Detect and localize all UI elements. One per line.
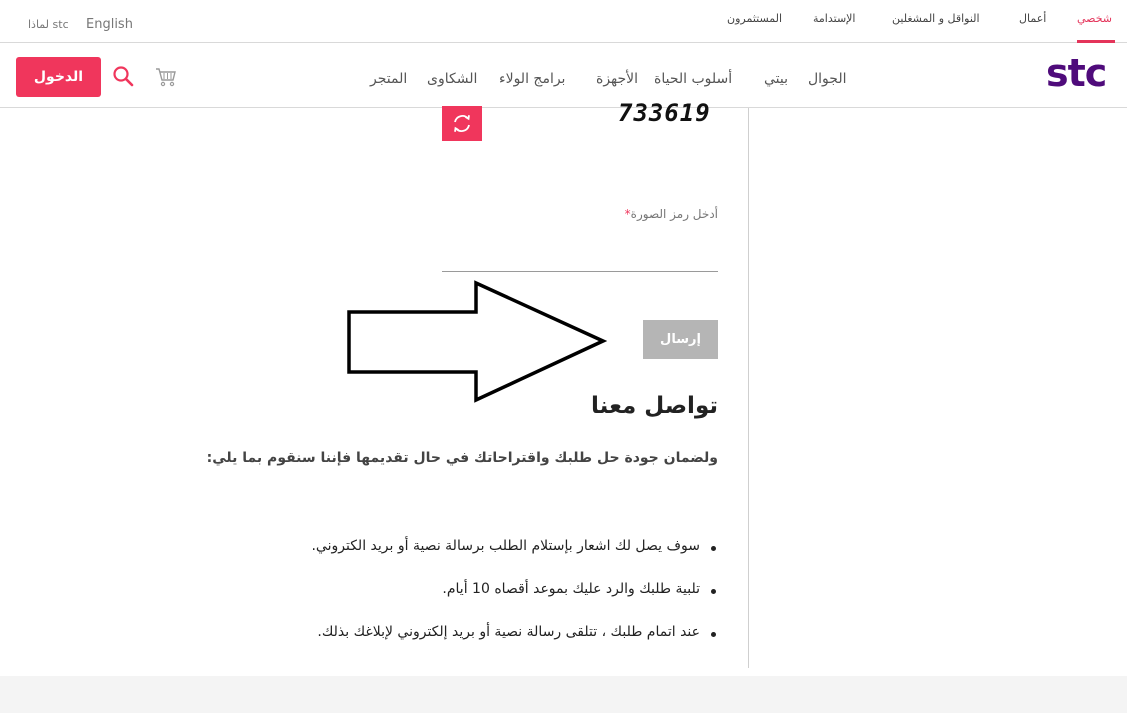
segment-personal[interactable]: شخصي <box>1077 12 1112 25</box>
submit-button[interactable]: إرسال <box>643 320 718 359</box>
nav-item-loyalty[interactable]: برامج الولاء <box>499 71 565 87</box>
refresh-icon <box>454 115 470 132</box>
segment-business[interactable]: أعمال <box>1019 12 1046 25</box>
nav-item-mobile[interactable]: الجوال <box>808 71 847 87</box>
captcha-input[interactable] <box>442 230 718 272</box>
captcha-field-label: أدخل رمز الصورة* <box>560 207 718 221</box>
footer-band <box>0 676 1127 713</box>
contact-intro: ولضمان جودة حل طلبك واقتراحاتك في حال تق… <box>206 450 718 466</box>
language-switch[interactable]: English <box>86 17 133 32</box>
list-item: تلبية طلبك والرد عليك بموعد أقصاه 10 أيا… <box>220 581 718 624</box>
captcha-label-text: أدخل رمز الصورة <box>630 207 718 221</box>
list-item: سوف يصل لك اشعار بإستلام الطلب برسالة نص… <box>220 538 718 581</box>
segment-sustainability[interactable]: الإستدامة <box>813 12 856 25</box>
why-stc-link[interactable]: لماذا stc <box>28 18 69 31</box>
segment-carriers-operators[interactable]: النواقل و المشغلين <box>892 12 980 25</box>
refresh-captcha-button[interactable] <box>442 106 482 141</box>
nav-item-store[interactable]: المتجر <box>370 71 407 87</box>
segment-investors[interactable]: المستثمرون <box>727 12 782 25</box>
cart-icon[interactable] <box>155 67 177 87</box>
nav-item-lifestyle[interactable]: أسلوب الحياة <box>654 71 732 87</box>
stc-logo[interactable]: stc <box>1046 51 1107 95</box>
content-divider <box>748 108 749 668</box>
login-button[interactable]: الدخول <box>16 57 101 97</box>
contact-bullet-list: سوف يصل لك اشعار بإستلام الطلب برسالة نص… <box>220 538 718 667</box>
nav-item-devices[interactable]: الأجهزة <box>596 71 638 87</box>
main-navigation: stc الجوال بيتي أسلوب الحياة الأجهزة برا… <box>0 43 1127 108</box>
arrow-annotation-icon <box>347 280 607 403</box>
search-icon[interactable] <box>112 65 134 87</box>
nav-item-home[interactable]: بيتي <box>764 71 788 87</box>
contact-title: تواصل معنا <box>591 393 718 419</box>
top-utility-bar: شخصي أعمال النواقل و المشغلين الإستدامة … <box>0 0 1127 43</box>
nav-item-complaints[interactable]: الشكاوى <box>427 71 477 87</box>
captcha-image-code: 733619 <box>618 99 711 127</box>
list-item: عند اتمام طلبك ، تتلقى رسالة نصية أو بري… <box>220 624 718 667</box>
